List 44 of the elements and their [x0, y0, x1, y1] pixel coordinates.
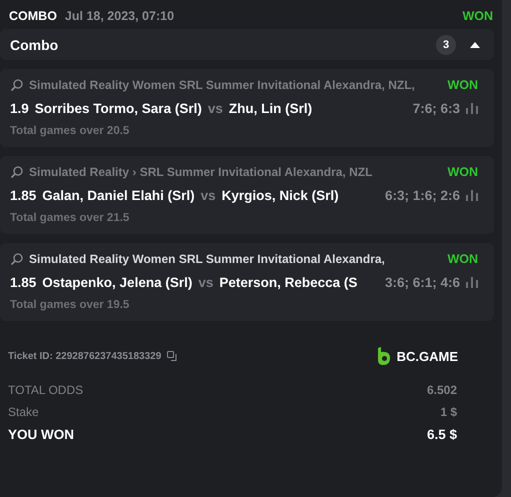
bet-type: COMBO [9, 9, 57, 23]
bar-chart-icon[interactable] [466, 103, 478, 114]
selection-count: 3 [436, 34, 456, 54]
home-player: Galan, Daniel Elahi (Srl) [42, 188, 195, 203]
league-name: Simulated Reality Women SRL Summer Invitational Alexandra, NZL, [29, 78, 415, 92]
away-player: Peterson, Rebecca (S [219, 275, 358, 290]
combo-bar[interactable]: Combo 3 [0, 29, 494, 60]
copy-icon[interactable] [167, 350, 178, 362]
selection-status: WON [447, 165, 478, 179]
ticket-id: Ticket ID: 2292876237435183329 [8, 350, 162, 362]
away-player: Kyrgios, Nick (Srl) [222, 188, 339, 203]
market-label: Total games over 20.5 [10, 125, 130, 137]
combo-title: Combo [10, 36, 58, 52]
league-name: Simulated Reality › SRL Summer Invitational Alexandra, NZL [29, 165, 372, 179]
versus-label: vs [200, 188, 216, 203]
versus-label: vs [208, 101, 223, 116]
bar-chart-icon[interactable] [466, 190, 478, 201]
home-player: Sorribes Tormo, Sara (Srl) [34, 101, 202, 116]
bet-status: WON [462, 9, 493, 23]
brand-name: BC.GAME [396, 348, 458, 364]
away-player: Zhu, Lin (Srl) [228, 101, 312, 116]
summary-value: 1 $ [440, 405, 457, 419]
odds: 1.85 [10, 188, 36, 203]
summary-label: TOTAL ODDS [8, 383, 84, 397]
selection-status: WON [447, 78, 478, 92]
versus-label: vs [198, 275, 214, 290]
brand-logo-icon [376, 347, 391, 365]
summary-value: 6.5 $ [426, 427, 457, 442]
league-name: Simulated Reality Women SRL Summer Invitational Alexandra, [29, 252, 385, 266]
bet-date: Jul 18, 2023, 07:10 [64, 9, 174, 23]
summary-value: 6.502 [426, 383, 457, 397]
score: 6:3; 1:6; 2:6 [384, 188, 460, 203]
market-label: Total games over 21.5 [10, 212, 130, 224]
odds: 1.85 [10, 275, 36, 290]
market-label: Total games over 19.5 [10, 299, 130, 311]
summary-label: Stake [8, 405, 39, 419]
odds: 1.9 [10, 101, 29, 116]
selection-status: WON [447, 252, 478, 266]
summary-label: YOU WON [8, 427, 74, 442]
home-player: Ostapenko, Jelena (Srl) [42, 275, 192, 290]
caret-icon[interactable] [470, 42, 480, 48]
bar-chart-icon[interactable] [466, 277, 478, 288]
score: 7:6; 6:3 [412, 101, 460, 116]
score: 3:6; 6:1; 4:6 [384, 275, 460, 290]
